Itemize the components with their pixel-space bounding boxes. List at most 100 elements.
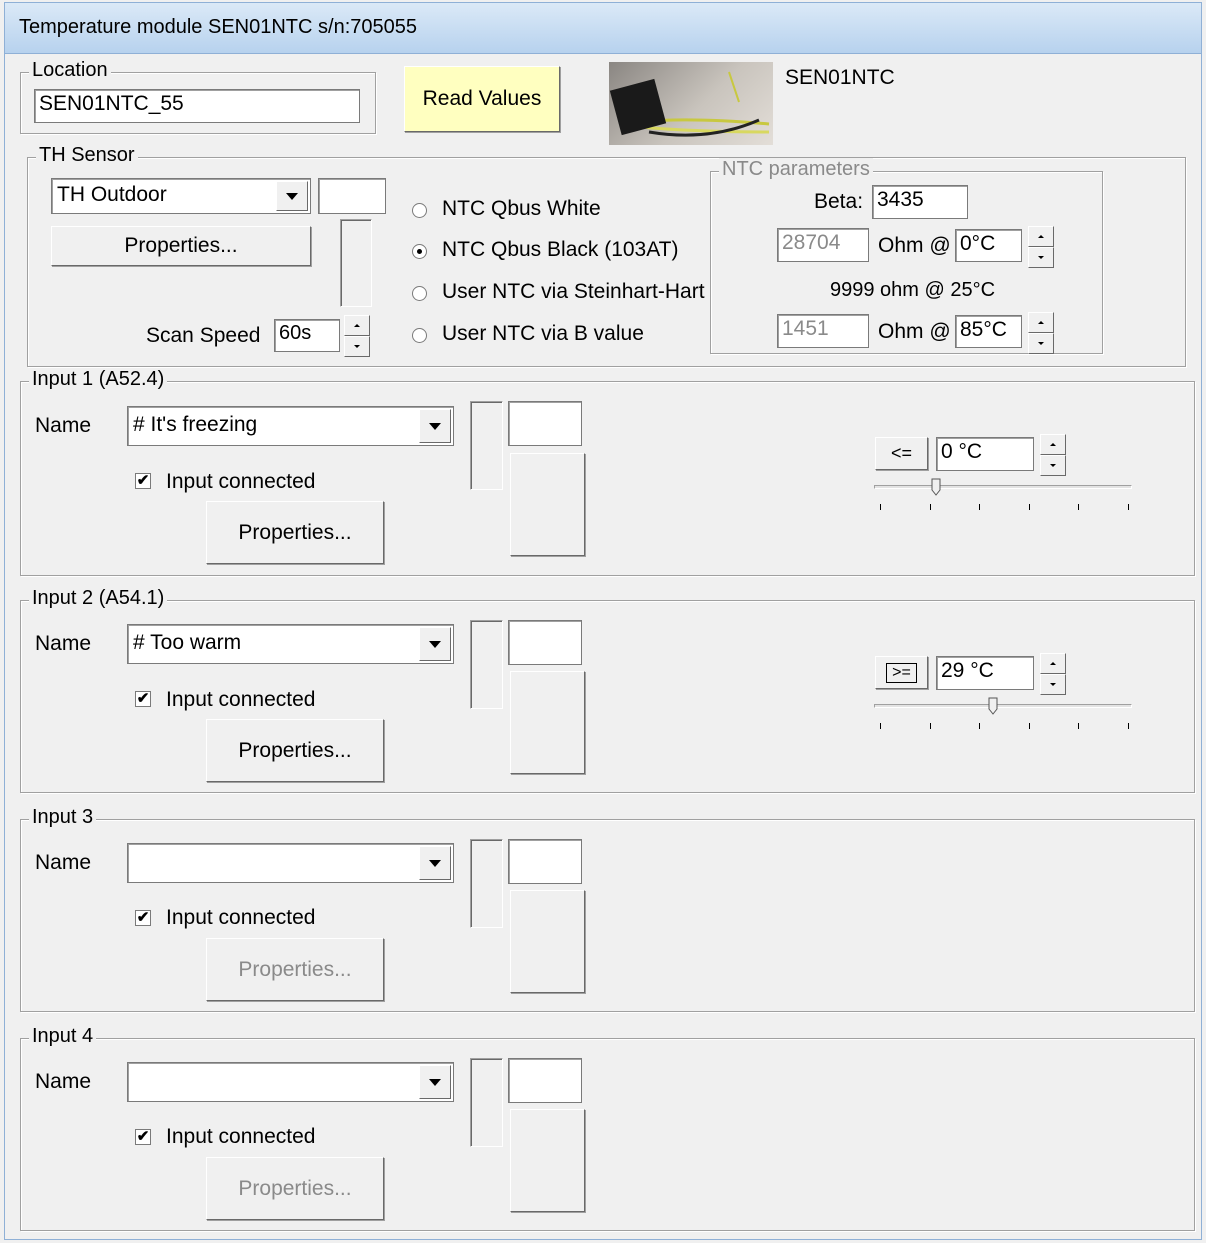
input-2-threshold-input[interactable]: 29 °C xyxy=(936,656,1034,690)
input-2-indicator xyxy=(470,620,503,709)
radio-ntc-white[interactable] xyxy=(412,203,427,218)
scan-speed-spinner[interactable] xyxy=(344,315,370,357)
input-3-status-panel xyxy=(510,890,585,993)
input-1-status-panel xyxy=(510,453,585,556)
input-1-operator-button[interactable]: <= xyxy=(875,437,928,470)
r2-input[interactable]: 1451 xyxy=(777,314,869,348)
input-4-name-select[interactable] xyxy=(127,1062,454,1102)
checkmark-icon: ✔ xyxy=(136,909,150,926)
input-3-properties-button[interactable]: Properties... xyxy=(206,938,384,1001)
input-4-connected-checkbox[interactable]: ✔ xyxy=(135,1129,151,1145)
slider-tick xyxy=(1078,504,1080,510)
input-4-connected-label: Input connected xyxy=(166,1125,316,1148)
input-3-indicator xyxy=(470,839,503,928)
chevron-down-icon[interactable] xyxy=(276,181,308,211)
slider-tick xyxy=(929,723,931,729)
module-photo xyxy=(609,62,773,145)
input-3-name-label: Name xyxy=(35,851,92,874)
spin-up-icon[interactable] xyxy=(1040,434,1066,455)
th-sensor-indicator xyxy=(340,219,372,307)
spin-up-icon[interactable] xyxy=(1040,653,1066,674)
radio-b-value-label: User NTC via B value xyxy=(442,322,644,345)
r1-input[interactable]: 28704 xyxy=(777,228,869,262)
checkmark-icon: ✔ xyxy=(136,472,150,489)
spin-up-icon[interactable] xyxy=(344,315,370,336)
input-2-slider-thumb[interactable] xyxy=(988,697,998,715)
input-4-value-box xyxy=(508,1058,582,1103)
input-1-connected-label: Input connected xyxy=(166,470,316,493)
beta-label: Beta: xyxy=(814,190,864,213)
t1-spinner[interactable] xyxy=(1028,226,1054,268)
spin-up-icon[interactable] xyxy=(1028,312,1054,333)
radio-steinhart-hart[interactable] xyxy=(412,286,427,301)
input-1-slider-track[interactable] xyxy=(874,485,1132,489)
input-4-name-label: Name xyxy=(35,1070,92,1093)
input-1-threshold-spinner[interactable] xyxy=(1040,434,1066,476)
t2-input[interactable]: 85°C xyxy=(955,315,1022,348)
input-4-status-panel xyxy=(510,1109,585,1212)
input-2-properties-button[interactable]: Properties... xyxy=(206,719,384,782)
slider-tick xyxy=(929,504,931,510)
t1-input[interactable]: 0°C xyxy=(955,229,1022,262)
location-input[interactable]: SEN01NTC_55 xyxy=(34,89,360,123)
input-3-value-box xyxy=(508,839,582,884)
chevron-down-icon[interactable] xyxy=(419,846,451,880)
input-2-name-select[interactable]: # Too warm xyxy=(127,624,454,664)
input-2-name-value: # Too warm xyxy=(133,631,242,654)
spin-down-icon[interactable] xyxy=(1028,247,1054,268)
r2-unit-label: Ohm @ xyxy=(878,320,951,343)
slider-tick xyxy=(880,723,881,729)
th-sensor-legend: TH Sensor xyxy=(36,144,138,167)
slider-tick xyxy=(1028,723,1030,729)
input-2-slider-track[interactable] xyxy=(874,704,1132,708)
spin-up-icon[interactable] xyxy=(1028,226,1054,247)
input-3-connected-checkbox[interactable]: ✔ xyxy=(135,910,151,926)
checkmark-icon: ✔ xyxy=(136,690,150,707)
chevron-down-icon[interactable] xyxy=(419,409,451,443)
radio-ntc-white-label: NTC Qbus White xyxy=(442,197,601,220)
slider-tick xyxy=(880,504,881,510)
input-1-properties-button[interactable]: Properties... xyxy=(206,501,384,564)
scan-speed-input[interactable]: 60s xyxy=(274,319,340,352)
radio-ntc-black-label: NTC Qbus Black (103AT) xyxy=(442,238,679,261)
input-1-name-select[interactable]: # It's freezing xyxy=(127,406,454,446)
input-1-slider-thumb[interactable] xyxy=(931,478,941,496)
chevron-down-icon[interactable] xyxy=(419,627,451,661)
input-1-value-box xyxy=(508,401,582,446)
input-1-connected-checkbox[interactable]: ✔ xyxy=(135,473,151,489)
slider-tick xyxy=(1128,504,1129,510)
input-2-value-box xyxy=(508,620,582,665)
input-4-indicator xyxy=(470,1058,503,1147)
input-2-threshold-spinner[interactable] xyxy=(1040,653,1066,695)
input-2-connected-checkbox[interactable]: ✔ xyxy=(135,691,151,707)
radio-b-value[interactable] xyxy=(412,328,427,343)
window-title: Temperature module SEN01NTC s/n:705055 xyxy=(4,2,1202,54)
input-4-properties-button[interactable]: Properties... xyxy=(206,1157,384,1220)
input-1-threshold-input[interactable]: 0 °C xyxy=(936,437,1034,471)
slider-tick xyxy=(1128,723,1129,729)
input-1-name-label: Name xyxy=(35,414,92,437)
input-1-indicator xyxy=(470,401,503,490)
input-2-operator-button[interactable]: >= xyxy=(875,656,928,689)
module-photo-icon xyxy=(609,71,770,137)
input-1-legend: Input 1 (A52.4) xyxy=(29,368,168,391)
input-4-legend: Input 4 xyxy=(29,1025,97,1048)
chevron-down-icon[interactable] xyxy=(419,1065,451,1099)
spin-down-icon[interactable] xyxy=(1040,455,1066,476)
th-sensor-properties-button[interactable]: Properties... xyxy=(51,226,311,266)
input-3-name-select[interactable] xyxy=(127,843,454,883)
slider-tick xyxy=(1028,504,1030,510)
spin-down-icon[interactable] xyxy=(344,336,370,357)
read-values-button[interactable]: Read Values xyxy=(404,66,560,132)
th-sensor-value-box xyxy=(318,178,386,214)
module-type-label: SEN01NTC xyxy=(785,66,895,89)
radio-ntc-black[interactable] xyxy=(412,244,427,259)
beta-input[interactable]: 3435 xyxy=(872,185,968,219)
ntc-25c-reference: 9999 ohm @ 25°C xyxy=(830,279,996,301)
input-2-operator-label: >= xyxy=(886,662,917,683)
th-sensor-select-value: TH Outdoor xyxy=(57,183,167,206)
spin-down-icon[interactable] xyxy=(1040,674,1066,695)
spin-down-icon[interactable] xyxy=(1028,333,1054,354)
th-sensor-select[interactable]: TH Outdoor xyxy=(51,178,311,214)
t2-spinner[interactable] xyxy=(1028,312,1054,354)
